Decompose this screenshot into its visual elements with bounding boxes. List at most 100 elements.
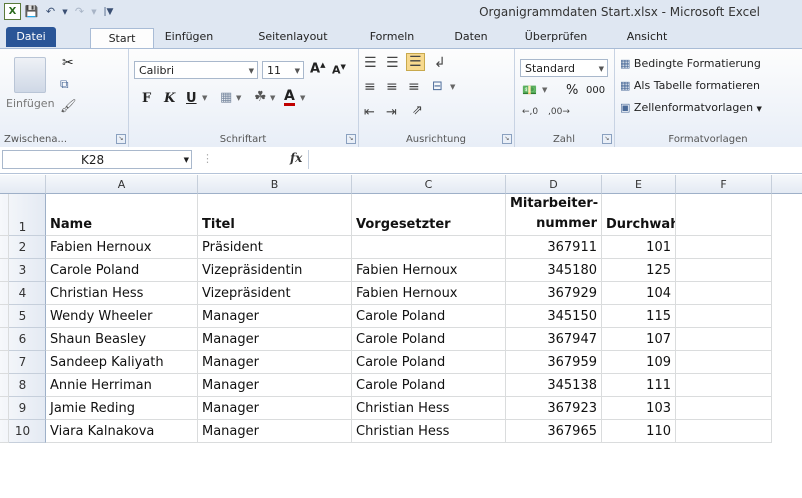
header-cell[interactable]: Name xyxy=(46,194,198,236)
table-cell[interactable]: Manager xyxy=(198,420,352,443)
percent-button[interactable]: % xyxy=(566,83,578,98)
table-cell[interactable]: Fabien Hernoux xyxy=(352,282,506,305)
header-cell[interactable]: Vorgesetzter xyxy=(352,194,506,236)
table-cell[interactable]: Carole Poland xyxy=(352,305,506,328)
empty-cell[interactable] xyxy=(676,259,772,282)
align-right-icon[interactable]: ≡ xyxy=(408,79,420,95)
cut-icon[interactable]: ✂ xyxy=(62,55,74,71)
table-cell[interactable]: 367965 xyxy=(506,420,602,443)
table-cell[interactable]: 115 xyxy=(602,305,676,328)
column-header-f[interactable]: F xyxy=(676,175,772,194)
conditional-formatting-button[interactable]: ▦ Bedingte Formatierung xyxy=(620,57,761,70)
align-bottom-icon[interactable]: ☰ xyxy=(406,53,425,71)
format-painter-icon[interactable]: 🖌 xyxy=(60,99,77,114)
table-cell[interactable]: 345138 xyxy=(506,374,602,397)
italic-button[interactable]: K xyxy=(164,91,175,106)
table-cell[interactable]: 367947 xyxy=(506,328,602,351)
table-cell[interactable]: Christian Hess xyxy=(352,397,506,420)
empty-cell[interactable] xyxy=(676,420,772,443)
column-header-b[interactable]: B xyxy=(198,175,352,194)
empty-cell[interactable] xyxy=(0,282,9,305)
table-cell[interactable] xyxy=(352,236,506,259)
align-middle-icon[interactable]: ☰ xyxy=(386,55,399,71)
table-cell[interactable]: Wendy Wheeler xyxy=(46,305,198,328)
decrease-decimal-icon[interactable]: ,00→ xyxy=(548,107,570,117)
header-cell[interactable]: Mitarbeiter-nummer xyxy=(506,194,602,236)
table-cell[interactable]: Präsident xyxy=(198,236,352,259)
table-cell[interactable]: 110 xyxy=(602,420,676,443)
number-format-combo[interactable]: Standard ▼ xyxy=(520,59,608,77)
empty-cell[interactable] xyxy=(0,305,9,328)
borders-dropdown-icon[interactable]: ▼ xyxy=(236,94,241,102)
empty-cell[interactable] xyxy=(0,351,9,374)
increase-decimal-icon[interactable]: ←,0 xyxy=(522,107,538,117)
table-cell[interactable]: Jamie Reding xyxy=(46,397,198,420)
align-center-icon[interactable]: ≡ xyxy=(386,79,398,95)
alignment-launcher-icon[interactable]: ↘ xyxy=(502,134,512,144)
empty-cell[interactable] xyxy=(0,374,9,397)
font-name-combo[interactable]: Calibri ▼ xyxy=(134,61,258,79)
table-cell[interactable]: 104 xyxy=(602,282,676,305)
tab-start[interactable]: Start xyxy=(90,28,154,49)
table-cell[interactable]: Manager xyxy=(198,328,352,351)
font-size-combo[interactable]: 11 ▼ xyxy=(262,61,304,79)
empty-cell[interactable] xyxy=(676,351,772,374)
fill-color-icon[interactable]: ☘ xyxy=(254,89,267,105)
table-cell[interactable]: Carole Poland xyxy=(352,328,506,351)
column-header-d[interactable]: D xyxy=(506,175,602,194)
font-color-icon[interactable]: A xyxy=(284,89,295,106)
table-cell[interactable]: Sandeep Kaliyath xyxy=(46,351,198,374)
table-cell[interactable]: 345180 xyxy=(506,259,602,282)
table-cell[interactable]: 103 xyxy=(602,397,676,420)
empty-cell[interactable] xyxy=(676,194,772,236)
table-cell[interactable]: 367923 xyxy=(506,397,602,420)
empty-cell[interactable] xyxy=(676,305,772,328)
table-cell[interactable]: Manager xyxy=(198,397,352,420)
tab-einfuegen[interactable]: Einfügen xyxy=(158,27,220,47)
header-cell[interactable]: Durchwahl xyxy=(602,194,676,236)
orientation-icon[interactable]: ⇗ xyxy=(412,103,423,118)
font-launcher-icon[interactable]: ↘ xyxy=(346,134,356,144)
table-cell[interactable]: Carole Poland xyxy=(352,374,506,397)
table-cell[interactable]: Viara Kalnakova xyxy=(46,420,198,443)
empty-cell[interactable] xyxy=(0,259,9,282)
table-cell[interactable]: Vizepräsidentin xyxy=(198,259,352,282)
decrease-indent-icon[interactable]: ⇤ xyxy=(364,105,375,120)
empty-cell[interactable] xyxy=(676,374,772,397)
tab-seitenlayout[interactable]: Seitenlayout xyxy=(252,27,334,47)
empty-cell[interactable] xyxy=(0,194,9,236)
format-as-table-button[interactable]: ▦ Als Tabelle formatieren xyxy=(620,79,760,92)
table-cell[interactable]: 101 xyxy=(602,236,676,259)
table-cell[interactable]: 367929 xyxy=(506,282,602,305)
table-cell[interactable]: 367959 xyxy=(506,351,602,374)
tab-datei[interactable]: Datei xyxy=(6,27,56,47)
table-cell[interactable]: Christian Hess xyxy=(46,282,198,305)
currency-dropdown-icon[interactable]: ▼ xyxy=(542,86,547,94)
insert-function-button[interactable]: fx xyxy=(290,151,302,165)
shrink-font-icon[interactable]: A▼ xyxy=(332,63,346,77)
table-cell[interactable]: Fabien Hernoux xyxy=(352,259,506,282)
table-cell[interactable]: 107 xyxy=(602,328,676,351)
table-cell[interactable]: Shaun Beasley xyxy=(46,328,198,351)
paste-button[interactable]: Einfügen xyxy=(6,97,55,110)
empty-cell[interactable] xyxy=(0,397,9,420)
empty-cell[interactable] xyxy=(0,328,9,351)
table-cell[interactable]: Fabien Hernoux xyxy=(46,236,198,259)
table-cell[interactable]: Carole Poland xyxy=(352,351,506,374)
column-header-c[interactable]: C xyxy=(352,175,506,194)
align-top-icon[interactable]: ☰ xyxy=(364,55,377,71)
number-launcher-icon[interactable]: ↘ xyxy=(602,134,612,144)
empty-cell[interactable] xyxy=(0,236,9,259)
column-header-a[interactable]: A xyxy=(46,175,198,194)
table-cell[interactable]: 111 xyxy=(602,374,676,397)
tab-ansicht[interactable]: Ansicht xyxy=(622,27,672,47)
column-header-g[interactable] xyxy=(772,175,802,194)
table-cell[interactable]: 109 xyxy=(602,351,676,374)
empty-cell[interactable] xyxy=(676,328,772,351)
grow-font-icon[interactable]: A▲ xyxy=(310,61,325,76)
empty-cell[interactable] xyxy=(676,236,772,259)
table-cell[interactable]: Manager xyxy=(198,351,352,374)
underline-button[interactable]: U xyxy=(186,91,197,106)
table-cell[interactable]: Carole Poland xyxy=(46,259,198,282)
tab-daten[interactable]: Daten xyxy=(448,27,494,47)
